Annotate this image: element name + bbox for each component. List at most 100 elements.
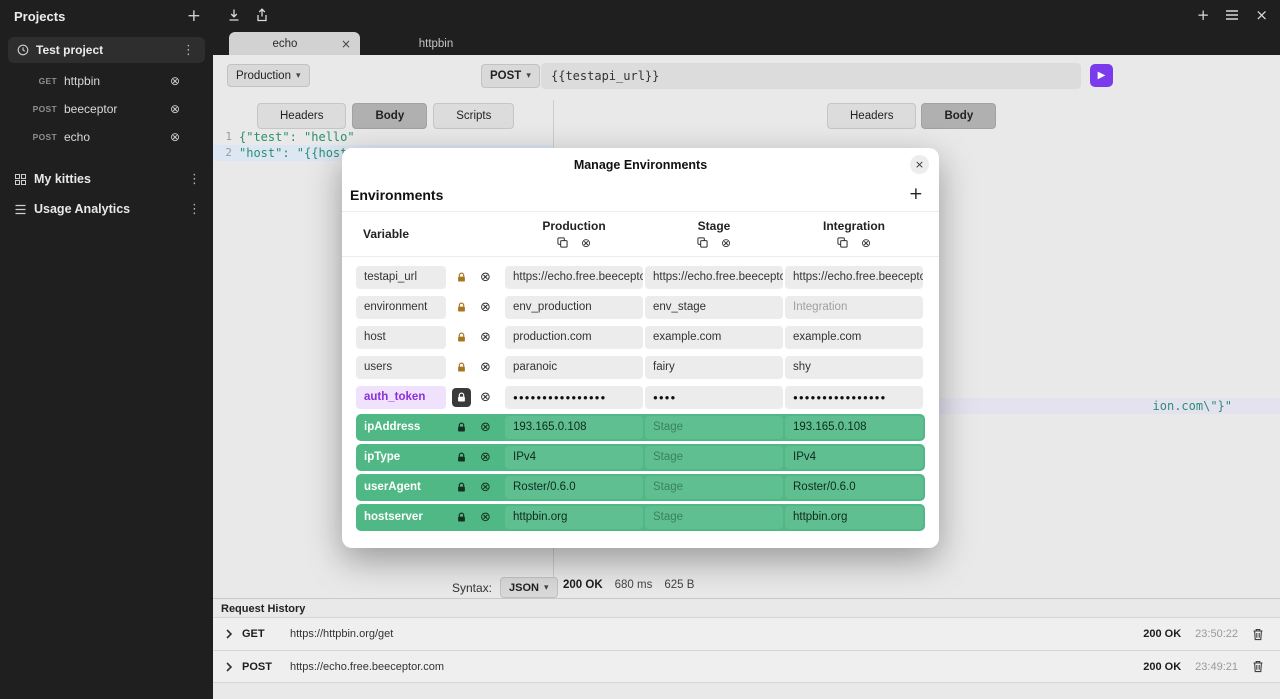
stage-value-input[interactable]: Stage	[645, 506, 783, 529]
delete-variable-icon[interactable]: ⊗	[476, 328, 495, 347]
usage-analytics-menu-icon[interactable]: ⋮	[188, 203, 201, 216]
delete-environment-icon[interactable]: ⊗	[581, 236, 591, 250]
delete-variable-icon[interactable]: ⊗	[476, 298, 495, 317]
stage-value-input[interactable]: ●●●●	[645, 386, 783, 409]
remove-request-icon[interactable]: ⊗	[170, 130, 180, 144]
sidebar-item-my-kitties[interactable]: My kitties ⋮	[0, 164, 213, 194]
share-icon[interactable]	[255, 8, 269, 22]
stage-value-input[interactable]: Stage	[645, 416, 783, 439]
add-project-icon[interactable]: +	[187, 8, 201, 25]
variable-name-input[interactable]: ipAddress	[356, 416, 446, 439]
tab-request-body[interactable]: Body	[352, 103, 427, 129]
close-tab-icon[interactable]: ×	[341, 37, 360, 51]
sidebar-request-item[interactable]: GET httpbin ⊗	[0, 67, 213, 95]
sidebar-request-item[interactable]: POST beeceptor ⊗	[0, 95, 213, 123]
history-row[interactable]: GET https://httpbin.org/get 200 OK 23:50…	[213, 617, 1280, 650]
lock-icon[interactable]	[452, 418, 471, 437]
close-window-icon[interactable]: ×	[1255, 8, 1268, 23]
variable-name-input[interactable]: auth_token	[356, 386, 446, 409]
production-value-input[interactable]: paranoic	[505, 356, 643, 379]
variable-name-input[interactable]: users	[356, 356, 446, 379]
tab-response-body[interactable]: Body	[921, 103, 996, 129]
trash-icon[interactable]	[1252, 628, 1264, 641]
remove-request-icon[interactable]: ⊗	[170, 102, 180, 116]
stage-value-input[interactable]: https://echo.free.beecepto	[645, 266, 783, 289]
production-value-input[interactable]: Roster/0.6.0	[505, 476, 643, 499]
sidebar-request-item[interactable]: POST echo ⊗	[0, 123, 213, 151]
production-value-input[interactable]: ●●●●●●●●●●●●●●●●	[505, 386, 643, 409]
my-kitties-menu-icon[interactable]: ⋮	[188, 173, 201, 186]
duplicate-environment-icon[interactable]	[557, 237, 568, 248]
close-modal-icon[interactable]: ×	[910, 155, 929, 174]
new-tab-icon[interactable]: +	[1197, 8, 1210, 23]
variable-name-input[interactable]: environment	[356, 296, 446, 319]
integration-value-input[interactable]: Roster/0.6.0	[785, 476, 923, 499]
production-value-input[interactable]: httpbin.org	[505, 506, 643, 529]
delete-environment-icon[interactable]: ⊗	[721, 236, 731, 250]
tab-response-headers[interactable]: Headers	[827, 103, 916, 129]
lock-icon[interactable]	[452, 448, 471, 467]
integration-value-input[interactable]: https://echo.free.beecepto	[785, 266, 923, 289]
delete-environment-icon[interactable]: ⊗	[861, 236, 871, 250]
lock-icon[interactable]	[452, 508, 471, 527]
tab-request-headers[interactable]: Headers	[257, 103, 346, 129]
integration-value-input[interactable]: httpbin.org	[785, 506, 923, 529]
remove-request-icon[interactable]: ⊗	[170, 74, 180, 88]
lock-icon[interactable]	[452, 358, 471, 377]
integration-value-input[interactable]: shy	[785, 356, 923, 379]
integration-value-input[interactable]: example.com	[785, 326, 923, 349]
production-value-input[interactable]: https://echo.free.beecepto	[505, 266, 643, 289]
sidebar-item-usage-analytics[interactable]: Usage Analytics ⋮	[0, 194, 213, 224]
tab-request-scripts[interactable]: Scripts	[433, 103, 514, 129]
code-line[interactable]: 1 {"test": "hello"	[213, 129, 553, 145]
variable-name-input[interactable]: host	[356, 326, 446, 349]
lock-icon[interactable]	[452, 298, 471, 317]
integration-value-input[interactable]: IPv4	[785, 446, 923, 469]
production-value-input[interactable]: production.com	[505, 326, 643, 349]
duplicate-environment-icon[interactable]	[837, 237, 848, 248]
delete-variable-icon[interactable]: ⊗	[476, 358, 495, 377]
variable-name-input[interactable]: userAgent	[356, 476, 446, 499]
production-value-input[interactable]: 193.165.0.108	[505, 416, 643, 439]
expand-chevron-icon[interactable]	[225, 662, 233, 672]
variable-name-input[interactable]: ipType	[356, 446, 446, 469]
stage-value-input[interactable]: fairy	[645, 356, 783, 379]
delete-variable-icon[interactable]: ⊗	[476, 268, 495, 287]
delete-variable-icon[interactable]: ⊗	[476, 478, 495, 497]
environment-selector[interactable]: Production ▾	[227, 64, 310, 87]
tab-echo[interactable]: echo ×	[229, 32, 360, 55]
lock-icon[interactable]	[452, 268, 471, 287]
method-selector[interactable]: POST ▾	[481, 64, 540, 88]
menu-icon[interactable]	[1225, 9, 1239, 21]
lock-icon[interactable]	[452, 478, 471, 497]
trash-icon[interactable]	[1252, 660, 1264, 673]
stage-value-input[interactable]: env_stage	[645, 296, 783, 319]
integration-value-input[interactable]: Integration	[785, 296, 923, 319]
download-icon[interactable]	[227, 8, 241, 22]
project-menu-icon[interactable]: ⋮	[182, 44, 195, 57]
duplicate-environment-icon[interactable]	[697, 237, 708, 248]
production-value-input[interactable]: IPv4	[505, 446, 643, 469]
delete-variable-icon[interactable]: ⊗	[476, 448, 495, 467]
lock-icon[interactable]	[452, 328, 471, 347]
tab-httpbin[interactable]: httpbin	[400, 32, 472, 55]
lock-icon[interactable]	[452, 388, 471, 407]
delete-variable-icon[interactable]: ⊗	[476, 508, 495, 527]
syntax-selector[interactable]: JSON ▾	[500, 577, 558, 598]
integration-value-input[interactable]: ●●●●●●●●●●●●●●●●	[785, 386, 923, 409]
stage-value-input[interactable]: example.com	[645, 326, 783, 349]
variable-name-input[interactable]: hostserver	[356, 506, 446, 529]
expand-chevron-icon[interactable]	[225, 629, 233, 639]
variable-name-input[interactable]: testapi_url	[356, 266, 446, 289]
delete-variable-icon[interactable]: ⊗	[476, 418, 495, 437]
stage-value-input[interactable]: Stage	[645, 446, 783, 469]
delete-variable-icon[interactable]: ⊗	[476, 388, 495, 407]
stage-value-input[interactable]: Stage	[645, 476, 783, 499]
history-row[interactable]: POST https://echo.free.beeceptor.com 200…	[213, 650, 1280, 683]
integration-value-input[interactable]: 193.165.0.108	[785, 416, 923, 439]
add-environment-icon[interactable]: +	[909, 186, 923, 203]
send-request-button[interactable]: ▶	[1090, 64, 1113, 87]
url-input[interactable]: {{testapi_url}}	[541, 63, 1081, 89]
project-test-project[interactable]: Test project ⋮	[8, 37, 205, 63]
production-value-input[interactable]: env_production	[505, 296, 643, 319]
